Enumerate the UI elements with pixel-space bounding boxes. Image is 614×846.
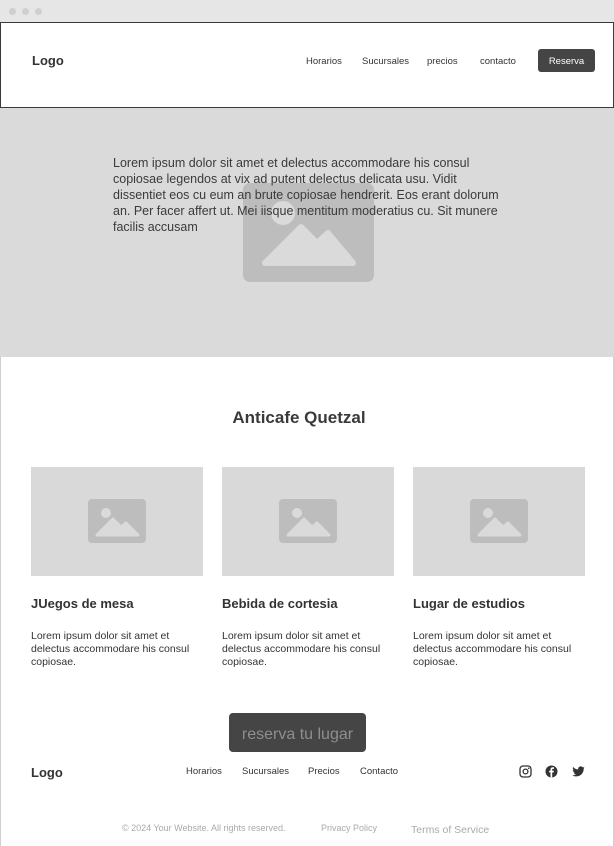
nav-link-sucursales[interactable]: Sucursales (362, 56, 409, 67)
image-placeholder-icon (470, 499, 528, 543)
footer-link-horarios[interactable]: Horarios (186, 766, 222, 777)
nav-link-horarios[interactable]: Horarios (306, 56, 342, 67)
card-description: Lorem ipsum dolor sit amet et delectus a… (413, 630, 572, 668)
card-image-placeholder (413, 467, 585, 576)
hero-text: Lorem ipsum dolor sit amet et delectus a… (113, 156, 499, 234)
card-description: Lorem ipsum dolor sit amet et delectus a… (31, 630, 190, 668)
header-logo[interactable]: Logo (32, 53, 64, 68)
section-title: Anticafe Quetzal (232, 408, 366, 427)
nav-link-precios[interactable]: precios (427, 56, 458, 67)
image-placeholder-icon (279, 499, 337, 543)
site-header: Logo Horarios Sucursales precios contact… (0, 22, 614, 108)
window-dot (22, 8, 29, 15)
nav-link-contacto[interactable]: contacto (480, 56, 516, 67)
footer-link-precios[interactable]: Precios (308, 766, 340, 777)
card-title: Bebida de cortesia (222, 596, 338, 611)
reserva-button[interactable]: Reserva (538, 49, 595, 72)
footer-link-sucursales[interactable]: Sucursales (242, 766, 289, 777)
reserve-spot-button[interactable]: reserva tu lugar (229, 713, 366, 752)
window-dot (9, 8, 16, 15)
footer-logo[interactable]: Logo (31, 765, 63, 780)
footer-link-contacto[interactable]: Contacto (360, 766, 398, 777)
privacy-policy-link[interactable]: Privacy Policy (321, 823, 377, 833)
browser-window-bar (0, 0, 614, 22)
instagram-icon[interactable] (519, 765, 532, 778)
card-image-placeholder (222, 467, 394, 576)
terms-of-service-link[interactable]: Terms of Service (411, 824, 489, 836)
card-image-placeholder (31, 467, 203, 576)
facebook-icon[interactable] (545, 765, 558, 778)
twitter-icon[interactable] (572, 765, 585, 778)
image-placeholder-icon (88, 499, 146, 543)
copyright-text: © 2024 Your Website. All rights reserved… (122, 823, 286, 833)
hero-section: Lorem ipsum dolor sit amet et delectus a… (0, 108, 614, 357)
card-title: JUegos de mesa (31, 596, 134, 611)
window-dot (35, 8, 42, 15)
card-description: Lorem ipsum dolor sit amet et delectus a… (222, 630, 381, 668)
card-title: Lugar de estudios (413, 596, 525, 611)
